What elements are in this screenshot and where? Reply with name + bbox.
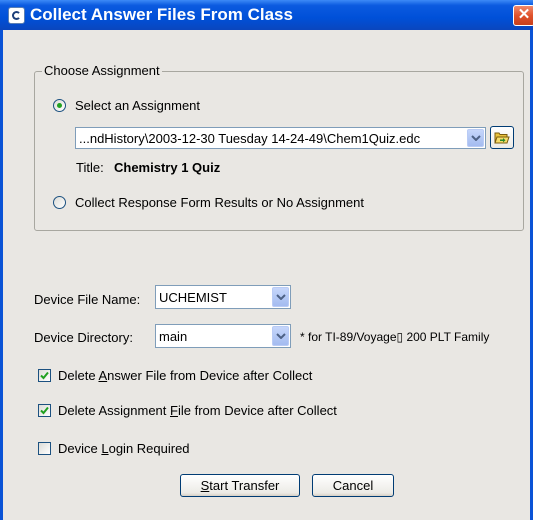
assignment-path-combo[interactable]: ...ndHistory\2003-12-30 Tuesday 14-24-49… [75, 127, 486, 149]
delete-assignment-checkbox[interactable] [38, 404, 51, 417]
checkmark-icon [40, 371, 49, 380]
title-label: Title: [76, 160, 104, 175]
chevron-down-icon[interactable] [272, 326, 289, 346]
cancel-button[interactable]: Cancel [312, 474, 394, 497]
chevron-down-icon[interactable] [272, 287, 289, 307]
dialog-window: Collect Answer Files From Class ✕ Choose… [0, 0, 533, 520]
select-assignment-label[interactable]: Select an Assignment [75, 98, 200, 113]
window-title: Collect Answer Files From Class [30, 5, 293, 24]
delete-answer-checkbox[interactable] [38, 369, 51, 382]
assignment-path-value: ...ndHistory\2003-12-30 Tuesday 14-24-49… [79, 131, 421, 146]
no-assignment-label[interactable]: Collect Response Form Results or No Assi… [75, 195, 364, 210]
directory-note: * for TI-89/Voyage▯ 200 PLT Family [300, 330, 490, 344]
login-required-checkbox[interactable] [38, 442, 51, 455]
device-file-name-label: Device File Name: [34, 292, 141, 307]
start-transfer-button[interactable]: Start Transfer [180, 474, 300, 497]
folder-open-icon [494, 132, 510, 144]
group-label: Choose Assignment [42, 63, 162, 78]
checkmark-icon [40, 406, 49, 415]
device-file-name-value: UCHEMIST [159, 290, 227, 305]
chevron-down-icon[interactable] [467, 129, 484, 147]
app-icon [8, 7, 25, 24]
select-assignment-radio[interactable] [53, 99, 66, 112]
assignment-title-value: Chemistry 1 Quiz [114, 160, 221, 175]
browse-button[interactable] [490, 126, 514, 149]
device-directory-value: main [159, 329, 188, 344]
close-button[interactable]: ✕ [513, 5, 533, 26]
device-directory-label: Device Directory: [34, 330, 133, 345]
delete-assignment-label[interactable]: Delete Assignment File from Device after… [58, 403, 337, 418]
device-file-name-combo[interactable]: UCHEMIST [155, 285, 291, 309]
device-directory-combo[interactable]: main [155, 324, 291, 348]
no-assignment-radio[interactable] [53, 196, 66, 209]
title-bar[interactable]: Collect Answer Files From Class ✕ [0, 0, 533, 30]
delete-answer-label[interactable]: Delete Answer File from Device after Col… [58, 368, 312, 383]
login-required-label[interactable]: Device Login Required [58, 441, 190, 456]
